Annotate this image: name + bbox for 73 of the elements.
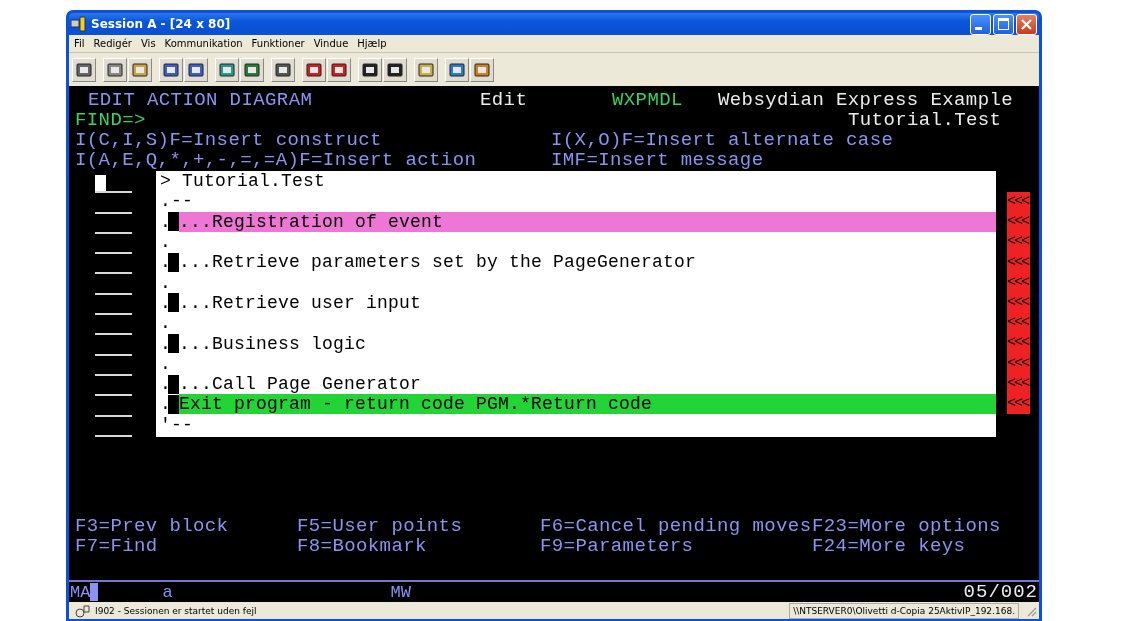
- close-icon: [1020, 17, 1033, 31]
- context-name: Tutorial.Test: [848, 110, 1003, 130]
- close-button[interactable]: [1016, 13, 1037, 35]
- diagram-title: > Tutorial.Test: [159, 171, 326, 192]
- maximize-button[interactable]: [993, 13, 1014, 35]
- connection-icon: [75, 603, 91, 618]
- diagram-connector: .: [159, 374, 168, 395]
- minimize-button[interactable]: [970, 13, 991, 35]
- diagram-connector: .: [159, 252, 168, 273]
- input-inhibit-indicator: [90, 583, 99, 601]
- function-key-hint: F7=Find: [75, 535, 159, 556]
- action-line[interactable]: ...Retrieve user input: [179, 292, 996, 313]
- window-title: Session A - [24 x 80]: [91, 17, 231, 31]
- block-marker: [168, 394, 179, 414]
- diagram-connector: '--: [159, 414, 193, 435]
- function-key-hint: F3=Prev block: [75, 515, 230, 536]
- function-key-hint: F23=More options: [812, 515, 1002, 536]
- input-mode-indicator: MW: [390, 582, 411, 602]
- command-hint: I(X,O)F=Insert alternate case: [551, 130, 895, 150]
- move-marker: <<<: [1007, 272, 1030, 293]
- mode-indicator: MA: [69, 582, 91, 602]
- move-marker: <<<: [1007, 232, 1030, 253]
- connection-info: \\NTSERVER0\Olivetti d-Copia 25AktivIP_192.168.: [789, 602, 1019, 619]
- command-hint: I(C,I,S)F=Insert construct: [75, 130, 383, 150]
- function-key-hint: F9=Parameters: [540, 535, 694, 556]
- block-marker: [168, 252, 179, 272]
- move-marker: <<<: [1007, 353, 1030, 374]
- function-key-hint: F8=Bookmark: [297, 535, 427, 556]
- command-hint: I(A,E,Q,*,+,-,=,=A)F=Insert action: [75, 150, 478, 170]
- status-message: I902 - Sessionen er startet uden fejl: [95, 605, 258, 616]
- terminal-app-icon: [71, 16, 87, 32]
- menu-item[interactable]: Hjælp: [354, 38, 393, 49]
- diagram-connector: .: [159, 211, 168, 232]
- menu-item[interactable]: Funktioner: [248, 38, 311, 49]
- application-name: Websydian Express Example: [718, 90, 1015, 110]
- command-hint: IMF=Insert message: [551, 150, 765, 170]
- menu-item[interactable]: Vis: [138, 38, 162, 49]
- menu-item[interactable]: Vindue: [310, 38, 355, 49]
- move-marker: <<<: [1007, 212, 1030, 233]
- menu-item[interactable]: Fil: [71, 38, 91, 49]
- move-marker: <<<: [1007, 373, 1030, 394]
- program-name: WXPMDL: [612, 90, 684, 110]
- function-key-hint: F24=More keys: [812, 535, 966, 556]
- move-marker: <<<: [1007, 192, 1030, 212]
- diagram-connector: .: [159, 232, 171, 253]
- diagram-connector: .: [159, 333, 168, 354]
- action-line[interactable]: ...Call Page Generator: [179, 374, 996, 395]
- mode-label: Edit: [480, 90, 529, 110]
- block-marker: [168, 212, 179, 232]
- shift-indicator: a: [162, 582, 173, 602]
- diagram-connector: .: [159, 272, 171, 293]
- move-marker: <<<: [1007, 292, 1030, 313]
- move-marker: <<<: [1007, 252, 1030, 273]
- find-prompt: FIND=>: [75, 110, 147, 130]
- block-marker: [168, 374, 179, 394]
- diagram-connector: .--: [159, 191, 193, 212]
- action-line[interactable]: ...Retrieve parameters set by the PageGenerator: [179, 252, 996, 273]
- diagram-connector: .: [159, 353, 171, 374]
- menu-item[interactable]: Kommunikation: [161, 38, 249, 49]
- action-line[interactable]: ...Business logic: [179, 333, 996, 354]
- function-key-hint: F6=Cancel pending moves: [540, 515, 812, 536]
- screen-title: EDIT ACTION DIAGRAM: [88, 90, 314, 110]
- block-marker: [168, 334, 179, 353]
- move-marker: <<<: [1007, 313, 1030, 334]
- block-marker: [168, 293, 179, 313]
- function-key-hint: F5=User points: [297, 515, 464, 536]
- move-marker: <<<: [1007, 393, 1030, 414]
- cursor-position: 05/002: [963, 581, 1039, 603]
- diagram-connector: .: [159, 292, 168, 313]
- menu-item[interactable]: Redigér: [90, 38, 138, 49]
- diagram-connector: .: [159, 394, 168, 415]
- diagram-connector: .: [159, 313, 171, 334]
- move-marker: <<<: [1007, 333, 1030, 354]
